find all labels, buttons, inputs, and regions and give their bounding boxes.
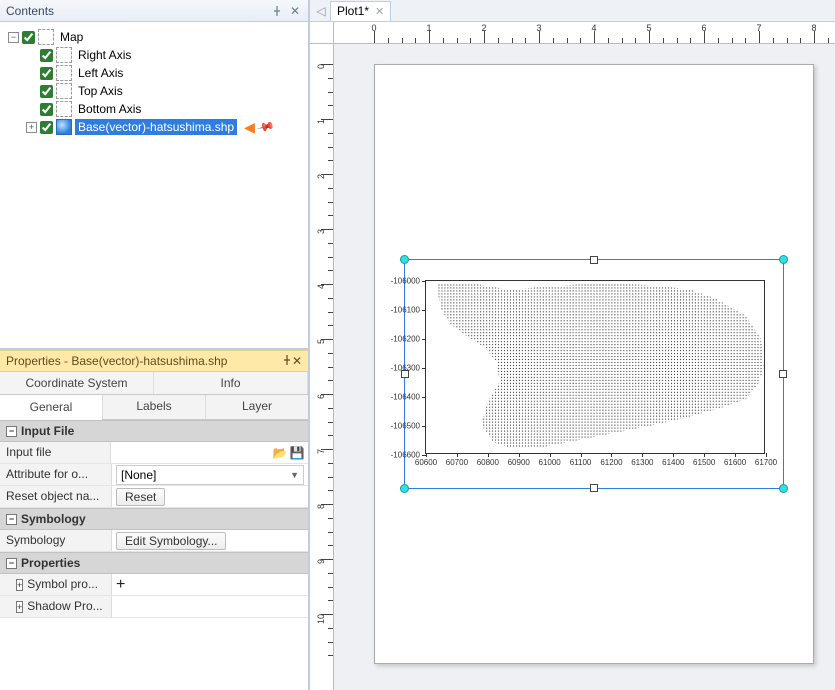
prop-label: Input file xyxy=(0,442,111,463)
anchor-tl[interactable] xyxy=(400,255,409,264)
section-title: Properties xyxy=(21,556,80,570)
handle-right[interactable] xyxy=(779,370,787,378)
document-tab-bar: ◁ Plot1* ✕ xyxy=(310,0,835,22)
edit-symbology-button[interactable]: Edit Symbology... xyxy=(116,532,226,550)
prop-row-input-file: Input file 📂 💾 xyxy=(0,442,308,464)
globe-icon xyxy=(56,119,72,135)
expand-icon[interactable]: + xyxy=(26,122,37,133)
tab-general[interactable]: General xyxy=(0,396,102,420)
plot-shape xyxy=(426,281,764,454)
ruler-horizontal: 012345678 xyxy=(334,22,835,44)
tab-layer[interactable]: Layer xyxy=(205,395,308,419)
section-properties[interactable]: − Properties xyxy=(0,552,308,574)
anchor-tr[interactable] xyxy=(779,255,788,264)
checkbox-axis[interactable] xyxy=(40,85,53,98)
collapse-icon[interactable]: − xyxy=(8,32,19,43)
checkbox-map[interactable] xyxy=(22,31,35,44)
collapse-icon[interactable]: − xyxy=(6,558,17,569)
tree-node-axis[interactable]: Top Axis xyxy=(24,82,304,100)
pin-icon[interactable] xyxy=(270,4,284,18)
document-area[interactable]: 012345678 012345678910 -106600-106500-10… xyxy=(310,22,835,690)
checkbox-axis[interactable] xyxy=(40,49,53,62)
close-icon[interactable]: ✕ xyxy=(292,354,302,368)
checkbox-axis[interactable] xyxy=(40,67,53,80)
contents-panel-header: Contents ✕ xyxy=(0,0,308,22)
contents-title: Contents xyxy=(6,4,54,18)
property-tabs-upper: Coordinate System Info xyxy=(0,372,308,395)
arrow-left-icon: ◀ xyxy=(244,119,255,136)
handle-top[interactable] xyxy=(590,256,598,264)
tree-label: Top Axis xyxy=(75,83,126,99)
tree-node-axis[interactable]: Right Axis xyxy=(24,46,304,64)
document-tab[interactable]: Plot1* ✕ xyxy=(330,1,391,21)
prop-label: Shadow Pro... xyxy=(27,599,102,613)
property-tabs-lower: General Labels Layer xyxy=(0,395,308,420)
contents-tree[interactable]: − Map Right Axis Left Axis Top Axis Bottom … xyxy=(0,22,308,350)
prop-label: Attribute for o... xyxy=(0,464,112,485)
ruler-vertical: 012345678910 xyxy=(310,44,334,690)
checkbox-axis[interactable] xyxy=(40,103,53,116)
tree-label: Right Axis xyxy=(75,47,134,63)
properties-body: − Input File Input file 📂 💾 Attribute fo… xyxy=(0,420,308,690)
prop-row-reset: Reset object na... Reset xyxy=(0,486,308,508)
handle-bottom[interactable] xyxy=(590,484,598,492)
tree-node-map[interactable]: − Map xyxy=(6,28,304,46)
prop-row-shadow-properties[interactable]: + Shadow Pro... xyxy=(0,596,308,618)
plot-canvas[interactable]: -106600-106500-106400-106300-106200-1061… xyxy=(334,44,835,690)
axis-icon xyxy=(56,65,72,81)
tab-close-icon[interactable]: ✕ xyxy=(375,5,384,18)
anchor-bl[interactable] xyxy=(400,484,409,493)
plot-axes-box: -106600-106500-106400-106300-106200-1061… xyxy=(425,280,765,454)
reset-button[interactable]: Reset xyxy=(116,488,165,506)
section-title: Input File xyxy=(21,424,74,438)
pin-icon[interactable] xyxy=(282,354,292,368)
tree-label: Bottom Axis xyxy=(75,101,144,117)
input-file-field[interactable] xyxy=(115,444,270,462)
anchor-br[interactable] xyxy=(779,484,788,493)
expand-icon[interactable]: + xyxy=(16,579,23,591)
axis-icon xyxy=(56,83,72,99)
tab-prev-icon[interactable]: ◁ xyxy=(314,4,328,18)
attribute-dropdown[interactable]: [None] ▼ xyxy=(116,465,304,485)
tab-info[interactable]: Info xyxy=(154,372,308,394)
save-icon[interactable]: 💾 xyxy=(290,446,304,460)
ruler-corner xyxy=(310,22,334,44)
tree-label-selected: Base(vector)-hatsushima.shp xyxy=(75,119,237,135)
properties-title: Properties - Base(vector)-hatsushima.shp xyxy=(6,354,227,368)
tree-label: Left Axis xyxy=(75,65,126,81)
plot-selection-box[interactable]: -106600-106500-106400-106300-106200-1061… xyxy=(404,259,784,489)
tree-node-axis[interactable]: Bottom Axis xyxy=(24,100,304,118)
prop-label: Reset object na... xyxy=(0,486,112,507)
collapse-icon[interactable]: − xyxy=(6,426,17,437)
pin-icon[interactable]: 📌 xyxy=(255,117,275,137)
tab-coordinate-system[interactable]: Coordinate System xyxy=(0,372,154,394)
prop-row-attribute: Attribute for o... [None] ▼ xyxy=(0,464,308,486)
collapse-icon[interactable]: − xyxy=(6,514,17,525)
dropdown-value: [None] xyxy=(121,468,156,482)
open-folder-icon[interactable]: 📂 xyxy=(273,446,287,460)
checkbox-layer[interactable] xyxy=(40,121,53,134)
tree-label: Map xyxy=(57,29,86,45)
tree-node-base-layer[interactable]: + Base(vector)-hatsushima.shp ◀📌 xyxy=(24,118,304,136)
tree-node-axis[interactable]: Left Axis xyxy=(24,64,304,82)
map-icon xyxy=(38,29,54,45)
tab-labels[interactable]: Labels xyxy=(102,395,205,419)
prop-label: Symbol pro... xyxy=(27,577,98,591)
expand-icon[interactable]: + xyxy=(16,601,23,613)
document-tab-label: Plot1* xyxy=(337,4,369,18)
section-title: Symbology xyxy=(21,512,86,526)
axis-icon xyxy=(56,101,72,117)
prop-row-symbology: Symbology Edit Symbology... xyxy=(0,530,308,552)
cross-marker-icon: + xyxy=(116,578,125,592)
section-input-file[interactable]: − Input File xyxy=(0,420,308,442)
section-symbology[interactable]: − Symbology xyxy=(0,508,308,530)
axis-icon xyxy=(56,47,72,63)
prop-row-symbol-properties[interactable]: + Symbol pro... + xyxy=(0,574,308,596)
close-icon[interactable]: ✕ xyxy=(288,4,302,18)
properties-panel-header: Properties - Base(vector)-hatsushima.shp… xyxy=(0,350,308,372)
chevron-down-icon: ▼ xyxy=(290,470,299,480)
prop-label: Symbology xyxy=(0,530,112,551)
